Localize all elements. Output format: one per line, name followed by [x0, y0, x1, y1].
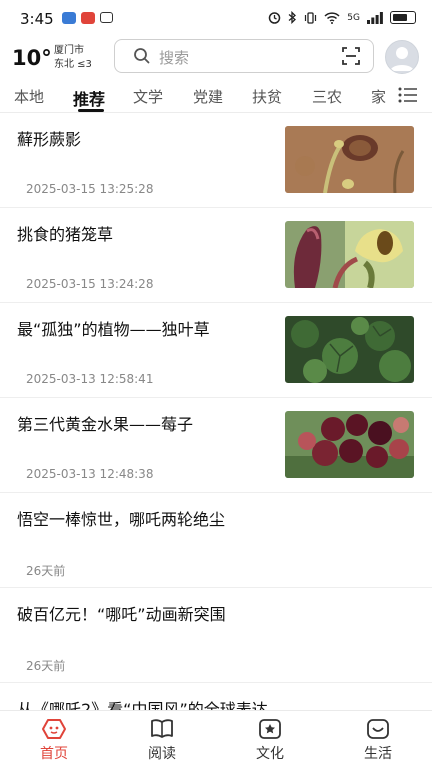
news-title: 最“孤独”的植物——独叶草 — [17, 320, 210, 339]
weather-city: 厦门市 — [54, 45, 84, 56]
vibrate-icon — [305, 11, 317, 24]
nfc-icon — [100, 12, 113, 23]
system-status: 5G — [268, 11, 416, 24]
news-item[interactable]: 挑食的猪笼草 2025-03-15 13:24:28 — [0, 208, 432, 303]
category-tabs: 本地 推荐 文学 党建 扶贫 三农 家 — [0, 80, 432, 113]
news-item[interactable]: 最“孤独”的植物——独叶草 2025-03-13 12:58:41 — [0, 303, 432, 398]
news-thumbnail-fern — [285, 126, 414, 193]
notification-icons — [62, 12, 113, 24]
news-date: 2025-03-13 12:48:38 — [26, 467, 154, 481]
nav-life[interactable]: 生活 — [338, 717, 418, 763]
menu-list-icon[interactable] — [398, 86, 418, 104]
status-bar: 3:45 5G — [0, 0, 432, 38]
tab-agriculture[interactable]: 三农 — [312, 86, 342, 107]
book-icon — [151, 719, 173, 738]
nav-culture[interactable]: 文化 — [230, 717, 310, 763]
nav-home[interactable]: 首页 — [14, 717, 94, 763]
tab-party[interactable]: 党建 — [193, 86, 223, 107]
news-title: 从《哪吒2》看“中国风”的全球表达 — [17, 700, 268, 710]
tab-home[interactable]: 家 — [371, 86, 386, 107]
bottom-nav: 首页 阅读 文化 生活 — [0, 710, 432, 769]
news-title: 第三代黄金水果——莓子 — [17, 415, 194, 434]
news-date: 2025-03-15 13:24:28 — [26, 277, 154, 291]
search-placeholder: 搜索 — [159, 49, 190, 67]
life-icon — [367, 719, 389, 739]
home-icon — [42, 719, 66, 739]
weather-location[interactable]: 厦门市 东北 ≤3 — [54, 44, 92, 72]
news-thumbnail-berries — [285, 411, 414, 478]
news-item[interactable]: 蘚形蕨影 2025-03-15 13:25:28 — [0, 113, 432, 208]
tab-local[interactable]: 本地 — [14, 86, 44, 107]
news-date: 26天前 — [26, 564, 66, 578]
culture-icon — [259, 719, 281, 739]
news-title: 蘚形蕨影 — [17, 130, 82, 149]
weather-wind: 东北 ≤3 — [54, 59, 92, 70]
news-item[interactable]: 从《哪吒2》看“中国风”的全球表达 — [0, 683, 432, 710]
news-date: 26天前 — [26, 659, 66, 673]
tab-recommend[interactable]: 推荐 — [73, 86, 105, 110]
nav-label: 生活 — [364, 746, 392, 762]
search-input[interactable]: 搜索 — [114, 39, 374, 73]
news-thumbnail-single-leaf-plant — [285, 316, 414, 383]
news-item[interactable]: 破百亿元！“哪吒”动画新突围 26天前 — [0, 588, 432, 683]
active-tab-indicator — [78, 109, 104, 112]
user-icon — [390, 47, 414, 71]
search-icon — [134, 48, 150, 64]
nav-label: 文化 — [256, 746, 284, 762]
news-title: 悟空一棒惊世，哪吒两轮绝尘 — [17, 510, 226, 529]
news-list: 蘚形蕨影 2025-03-15 13:25:28 挑食的猪笼草 2025-03-… — [0, 113, 432, 710]
top-header: 10° 厦门市 东北 ≤3 搜索 — [0, 38, 432, 78]
alarm-icon — [269, 12, 281, 24]
wifi-icon — [324, 11, 340, 24]
avatar[interactable] — [385, 40, 419, 74]
nav-label: 阅读 — [148, 746, 176, 762]
weather-temperature[interactable]: 10° — [12, 46, 52, 70]
news-item[interactable]: 悟空一棒惊世，哪吒两轮绝尘 26天前 — [0, 493, 432, 588]
news-date: 2025-03-15 13:25:28 — [26, 182, 154, 196]
tab-literature[interactable]: 文学 — [133, 86, 163, 107]
news-date: 2025-03-13 12:58:41 — [26, 372, 154, 386]
app-notification-icon — [81, 12, 95, 24]
news-thumbnail-pitcher-plant — [285, 221, 414, 288]
battery-icon — [390, 11, 416, 24]
network-type: 5G — [347, 12, 360, 23]
signal-icon — [367, 11, 383, 24]
status-time: 3:45 — [20, 10, 54, 28]
news-title: 破百亿元！“哪吒”动画新突围 — [17, 605, 226, 624]
nav-label: 首页 — [40, 746, 68, 762]
news-title: 挑食的猪笼草 — [17, 225, 114, 244]
app-notification-icon — [62, 12, 76, 24]
nav-read[interactable]: 阅读 — [122, 717, 202, 763]
news-item[interactable]: 第三代黄金水果——莓子 2025-03-13 12:48:38 — [0, 398, 432, 493]
bluetooth-icon — [288, 11, 297, 24]
scan-icon[interactable] — [341, 46, 361, 66]
tab-poverty[interactable]: 扶贫 — [252, 86, 282, 107]
